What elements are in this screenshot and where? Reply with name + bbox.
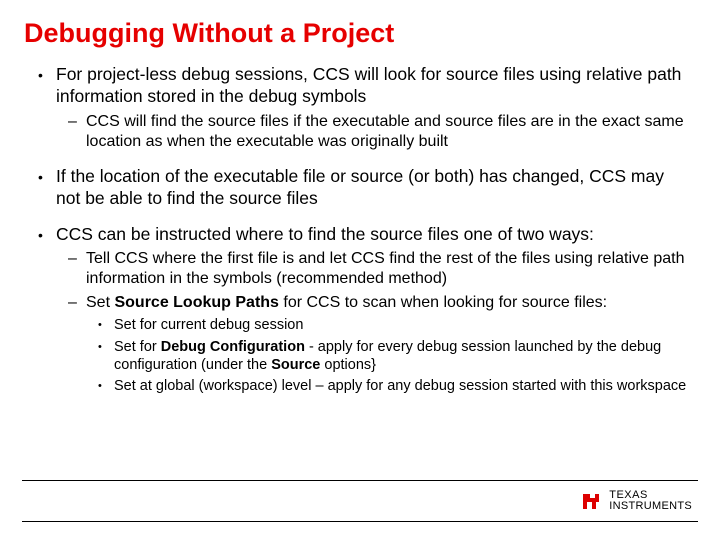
bullet-text: CCS can be instructed where to find the … <box>56 224 594 244</box>
brand-line2: INSTRUMENTS <box>609 501 692 512</box>
bullet-item: Tell CCS where the first file is and let… <box>56 249 692 289</box>
bullet-text: Set Source Lookup Paths for CCS to scan … <box>86 294 607 311</box>
text-run: options} <box>320 357 376 373</box>
ti-logo-text: TEXAS INSTRUMENTS <box>609 490 692 512</box>
text-run: Set for <box>114 339 161 355</box>
bullet-item: Set at global (workspace) level – apply … <box>86 377 692 395</box>
footer-bar: TEXAS INSTRUMENTS <box>22 480 698 522</box>
slide-body: For project-less debug sessions, CCS wil… <box>24 64 692 395</box>
ti-logo: TEXAS INSTRUMENTS <box>579 489 692 513</box>
slide-title: Debugging Without a Project <box>24 18 394 49</box>
bullet-item: CCS can be instructed where to find the … <box>24 224 692 395</box>
bullet-list-level2: Tell CCS where the first file is and let… <box>56 249 692 395</box>
bullet-text: Set for current debug session <box>114 317 303 333</box>
bullet-list-level1: For project-less debug sessions, CCS wil… <box>24 64 692 395</box>
bullet-item: For project-less debug sessions, CCS wil… <box>24 64 692 152</box>
bullet-text: Tell CCS where the first file is and let… <box>86 250 685 287</box>
bullet-list-level3: Set for current debug session Set for De… <box>86 316 692 395</box>
bullet-text: Set for Debug Configuration - apply for … <box>114 339 661 373</box>
text-run: Set <box>86 294 114 311</box>
bullet-item: Set Source Lookup Paths for CCS to scan … <box>56 293 692 395</box>
bullet-text: If the location of the executable file o… <box>56 166 664 208</box>
bullet-item: Set for current debug session <box>86 316 692 334</box>
text-run: for CCS to scan when looking for source … <box>279 294 607 311</box>
slide: Debugging Without a Project For project-… <box>0 0 720 540</box>
ti-logo-icon <box>579 489 603 513</box>
text-bold: Source <box>271 357 320 373</box>
text-bold: Source Lookup Paths <box>114 294 278 311</box>
bullet-text: CCS will find the source files if the ex… <box>86 113 684 150</box>
text-bold: Debug Configuration <box>161 339 305 355</box>
bullet-item: Set for Debug Configuration - apply for … <box>86 338 692 374</box>
bullet-text: For project-less debug sessions, CCS wil… <box>56 64 681 106</box>
bullet-item: CCS will find the source files if the ex… <box>56 112 692 152</box>
bullet-list-level2: CCS will find the source files if the ex… <box>56 112 692 152</box>
bullet-item: If the location of the executable file o… <box>24 166 692 210</box>
bullet-text: Set at global (workspace) level – apply … <box>114 378 686 394</box>
